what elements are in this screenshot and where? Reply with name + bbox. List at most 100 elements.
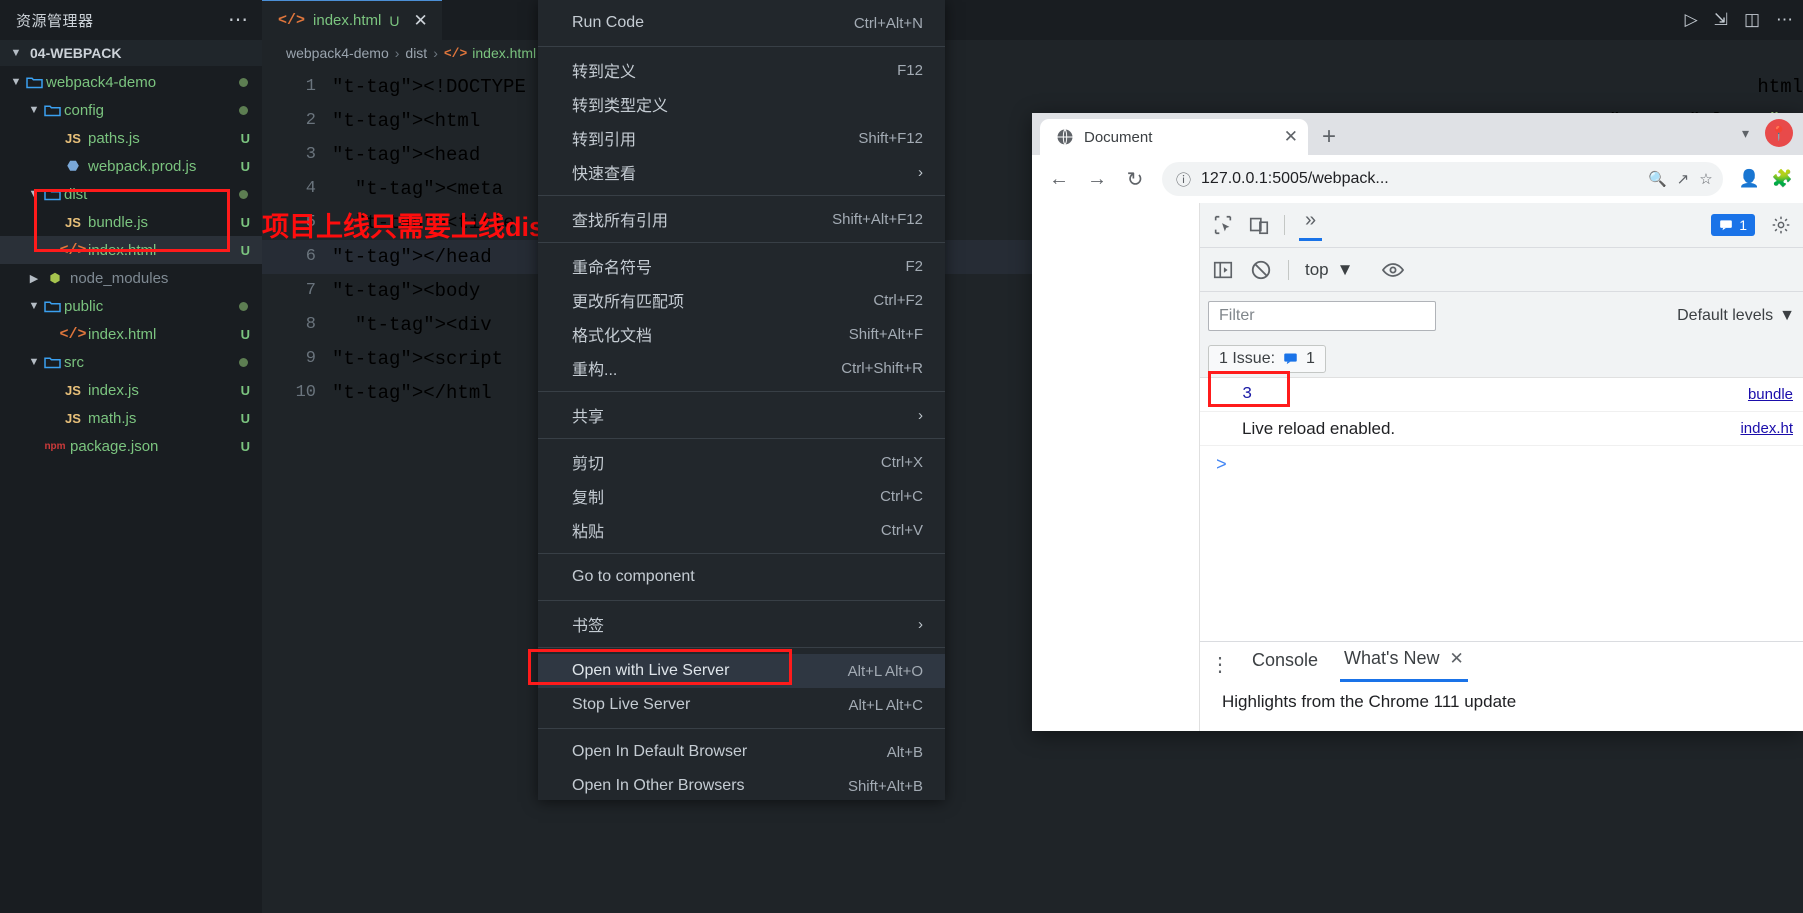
chevron-down-icon[interactable]: ▼ (26, 356, 42, 368)
browser-tab-title: Document (1084, 128, 1153, 146)
menu-item-open-in-default-browser[interactable]: Open In Default Browser Alt+B (538, 735, 945, 769)
gear-icon[interactable] (1771, 215, 1791, 235)
breadcrumb-item-1[interactable]: dist (405, 45, 427, 61)
address-bar[interactable]: ⓘ 127.0.0.1:5005/webpack... 🔍 ↗ ☆ (1162, 162, 1723, 196)
puzzle-icon[interactable]: 🧩 (1772, 169, 1793, 189)
tree-item-src[interactable]: ▼ src (0, 348, 262, 376)
unstaged-dot-icon (239, 189, 248, 199)
console-log-row[interactable]: 3 bundle (1200, 378, 1803, 412)
layout-icon[interactable]: ⋯ (1776, 10, 1793, 30)
unstaged-dot-icon (239, 105, 248, 115)
tree-item-index-html[interactable]: </> index.html U (0, 236, 262, 264)
profile-icon[interactable]: 👤 (1739, 169, 1760, 189)
menu-item-查找所有引用[interactable]: 查找所有引用 Shift+Alt+F12 (538, 202, 945, 236)
tree-item-paths-js[interactable]: JS paths.js U (0, 124, 262, 152)
tree-item-math-js[interactable]: JS math.js U (0, 404, 262, 432)
menu-item-shortcut: Alt+B (886, 743, 923, 761)
close-icon[interactable]: ✕ (1284, 127, 1298, 147)
tree-item-config[interactable]: ▼ config (0, 96, 262, 124)
vertical-dots-icon[interactable]: ⋮ (1210, 655, 1230, 675)
tree-item-index-js[interactable]: JS index.js U (0, 376, 262, 404)
menu-item-转到引用[interactable]: 转到引用 Shift+F12 (538, 121, 945, 155)
menu-item-open-in-other-browsers[interactable]: Open In Other Browsers Shift+Alt+B (538, 769, 945, 800)
chevron-down-icon[interactable]: ▼ (26, 104, 42, 116)
star-icon[interactable]: ☆ (1699, 170, 1712, 188)
menu-item-转到类型定义[interactable]: 转到类型定义 (538, 87, 945, 121)
inspect-cursor-icon[interactable] (1212, 214, 1234, 236)
tree-item-package-json[interactable]: npm package.json U (0, 432, 262, 460)
menu-item-run-code[interactable]: Run Code Ctrl+Alt+N (538, 6, 945, 40)
console-log-row[interactable]: Live reload enabled. index.ht (1200, 412, 1803, 446)
chevron-down-icon[interactable]: ▼ (26, 300, 42, 312)
menu-item-格式化文档[interactable]: 格式化文档 Shift+Alt+F (538, 317, 945, 351)
split-git-icon[interactable]: ⇲ (1714, 10, 1728, 30)
menu-item-stop-live-server[interactable]: Stop Live Server Alt+L Alt+C (538, 688, 945, 722)
tree-item-node-modules[interactable]: ▶ ⬢ node_modules (0, 264, 262, 292)
tree-item-index-html[interactable]: </> index.html U (0, 320, 262, 348)
menu-item-重构---[interactable]: 重构... Ctrl+Shift+R (538, 351, 945, 385)
browser-tab[interactable]: Document ✕ (1040, 119, 1308, 155)
issues-pill[interactable]: 1 (1711, 214, 1755, 236)
console-sidebar-icon[interactable] (1212, 259, 1234, 281)
menu-item-重命名符号[interactable]: 重命名符号 F2 (538, 249, 945, 283)
editor-context-menu[interactable]: Run Code Ctrl+Alt+N 转到定义 F12 转到类型定义 转到引用 Shift… (538, 0, 945, 800)
console-log-source[interactable]: bundle (1748, 386, 1793, 403)
tree-item-label: index.html (88, 241, 157, 259)
filter-input[interactable]: Filter (1208, 301, 1436, 331)
chevron-down-icon[interactable]: ▼ (26, 188, 42, 200)
pin-icon[interactable]: 📍 (1765, 119, 1793, 147)
breadcrumb-item-2[interactable]: </> index.html (444, 45, 536, 61)
eye-icon[interactable] (1381, 258, 1405, 282)
tree-item-label: package.json (70, 437, 159, 455)
console-log-source[interactable]: index.ht (1740, 420, 1793, 437)
node-icon: ⬢ (49, 271, 61, 285)
menu-item-复制[interactable]: 复制 Ctrl+C (538, 479, 945, 513)
log-levels-selector[interactable]: Default levels ▼ (1677, 307, 1795, 325)
search-icon[interactable]: 🔍 (1648, 170, 1667, 188)
issues-button[interactable]: 1 Issue: 1 (1208, 344, 1326, 373)
ellipsis-icon[interactable]: ⋯ (228, 10, 250, 30)
menu-item-共享[interactable]: 共享 › (538, 398, 945, 432)
menu-item-粘贴[interactable]: 粘贴 Ctrl+V (538, 513, 945, 547)
execution-context-selector[interactable]: top ▼ (1305, 260, 1353, 280)
menu-item-go-to-component[interactable]: Go to component (538, 560, 945, 594)
close-icon[interactable]: ✕ (1450, 649, 1464, 669)
code-line-1[interactable]: 1 "t-tag"><!DOCTYPE html (262, 70, 1803, 104)
chevron-down-icon[interactable]: ▼ (8, 76, 24, 88)
device-toolbar-icon[interactable] (1248, 214, 1270, 236)
forward-arrow-icon[interactable]: → (1080, 162, 1114, 196)
tree-item-status: U (240, 438, 250, 454)
plus-icon[interactable]: + (1322, 123, 1336, 151)
tree-item-bundle-js[interactable]: JS bundle.js U (0, 208, 262, 236)
menu-item-书签[interactable]: 书签 › (538, 607, 945, 641)
menu-item-更改所有匹配项[interactable]: 更改所有匹配项 Ctrl+F2 (538, 283, 945, 317)
workspace-root-row[interactable]: ▼ 04-WEBPACK (0, 40, 262, 66)
chevron-right-icon[interactable]: ▶ (26, 272, 42, 285)
tree-item-public[interactable]: ▼ public (0, 292, 262, 320)
chevron-double-right-icon[interactable]: » (1299, 209, 1323, 241)
run-icon[interactable]: ▷ (1685, 10, 1698, 30)
editor-tab-index-html[interactable]: </> index.html U ✕ (262, 0, 442, 40)
clear-console-icon[interactable] (1250, 259, 1272, 281)
menu-item-快速查看[interactable]: 快速查看 › (538, 155, 945, 189)
tree-item-webpack-prod-js[interactable]: ⬣ webpack.prod.js U (0, 152, 262, 180)
menu-separator (538, 600, 945, 601)
chevron-down-icon[interactable]: ▾ (1742, 125, 1749, 142)
menu-item-剪切[interactable]: 剪切 Ctrl+X (538, 445, 945, 479)
tree-item-webpack4-demo[interactable]: ▼ webpack4-demo (0, 68, 262, 96)
breadcrumb-item-0[interactable]: webpack4-demo (286, 45, 389, 61)
tree-item-dist[interactable]: ▼ dist (0, 180, 262, 208)
close-icon[interactable]: ✕ (414, 11, 428, 31)
back-arrow-icon[interactable]: ← (1042, 162, 1076, 196)
menu-item-转到定义[interactable]: 转到定义 F12 (538, 53, 945, 87)
console-prompt[interactable]: > (1200, 446, 1803, 486)
reload-icon[interactable]: ↻ (1118, 162, 1152, 196)
drawer-tab-console[interactable]: Console (1248, 650, 1322, 681)
divider (1288, 259, 1289, 280)
browser-extensions: 👤 🧩 (1733, 169, 1793, 189)
split-editor-icon[interactable]: ◫ (1744, 10, 1760, 30)
info-icon[interactable]: ⓘ (1176, 169, 1191, 190)
share-icon[interactable]: ↗ (1677, 170, 1690, 188)
drawer-tab-whats-new[interactable]: What's New ✕ (1340, 648, 1468, 682)
menu-item-open-with-live-server[interactable]: Open with Live Server Alt+L Alt+O (538, 654, 945, 688)
